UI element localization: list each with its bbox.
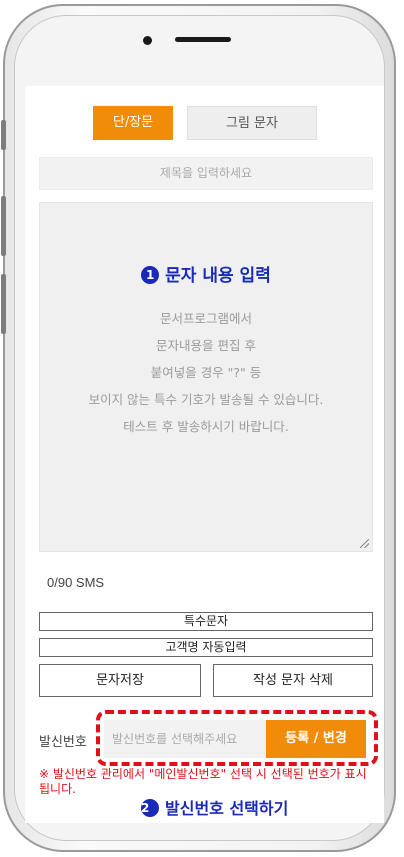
placeholder-line: 문자내용을 편집 후 bbox=[156, 338, 256, 353]
special-characters-button[interactable]: 특수문자 bbox=[39, 612, 373, 631]
resize-handle-icon[interactable] bbox=[360, 539, 369, 548]
camera-icon bbox=[143, 36, 152, 45]
speaker-icon bbox=[175, 37, 231, 42]
delete-message-button[interactable]: 작성 문자 삭제 bbox=[213, 664, 373, 697]
guide-step-1-text: 문자 내용 입력 bbox=[165, 266, 271, 286]
save-message-button[interactable]: 문자저장 bbox=[39, 664, 201, 697]
step-2-badge: 2 bbox=[141, 799, 159, 817]
sender-note: ※ 발신번호 관리에서 "메인발신번호" 선택 시 선택된 번호가 표시됩니다. bbox=[39, 767, 367, 796]
guide-step-1: 1 문자 내용 입력 bbox=[40, 261, 372, 286]
placeholder-line: 붙여넣을 경우 "?" 등 bbox=[150, 365, 262, 380]
highlight-box bbox=[96, 710, 378, 766]
sender-number-label: 발신번호 bbox=[39, 735, 87, 750]
placeholder-line: 테스트 후 발송하시기 바랍니다. bbox=[123, 419, 289, 434]
subject-input[interactable]: 제목을 입력하세요 bbox=[39, 157, 373, 190]
volume-down-button bbox=[1, 274, 6, 334]
guide-step-2-text: 발신번호 선택하기 bbox=[165, 799, 289, 818]
guide-step-2: 2 발신번호 선택하기 bbox=[141, 795, 288, 819]
message-textarea[interactable]: 1 문자 내용 입력 문서프로그램에서 문자내용을 편집 후 붙여넣을 경우 "?… bbox=[39, 202, 373, 552]
placeholder-line: 보이지 않는 특수 기호가 발송될 수 있습니다. bbox=[88, 392, 324, 407]
character-counter: 0/90 SMS bbox=[47, 575, 105, 590]
auto-insert-name-button[interactable]: 고객명 자동입력 bbox=[39, 638, 373, 657]
tab-image-message[interactable]: 그림 문자 bbox=[187, 106, 317, 140]
message-placeholder: 문서프로그램에서 문자내용을 편집 후 붙여넣을 경우 "?" 등 보이지 않는… bbox=[40, 305, 372, 440]
phone-screen: 단/장문 그림 문자 제목을 입력하세요 1 문자 내용 입력 문서프로그램에서 … bbox=[25, 86, 384, 823]
step-1-badge: 1 bbox=[141, 266, 160, 284]
volume-up-button bbox=[1, 196, 6, 256]
tab-short-long-message[interactable]: 단/장문 bbox=[93, 106, 173, 140]
placeholder-line: 문서프로그램에서 bbox=[159, 311, 252, 326]
side-button bbox=[1, 120, 6, 150]
